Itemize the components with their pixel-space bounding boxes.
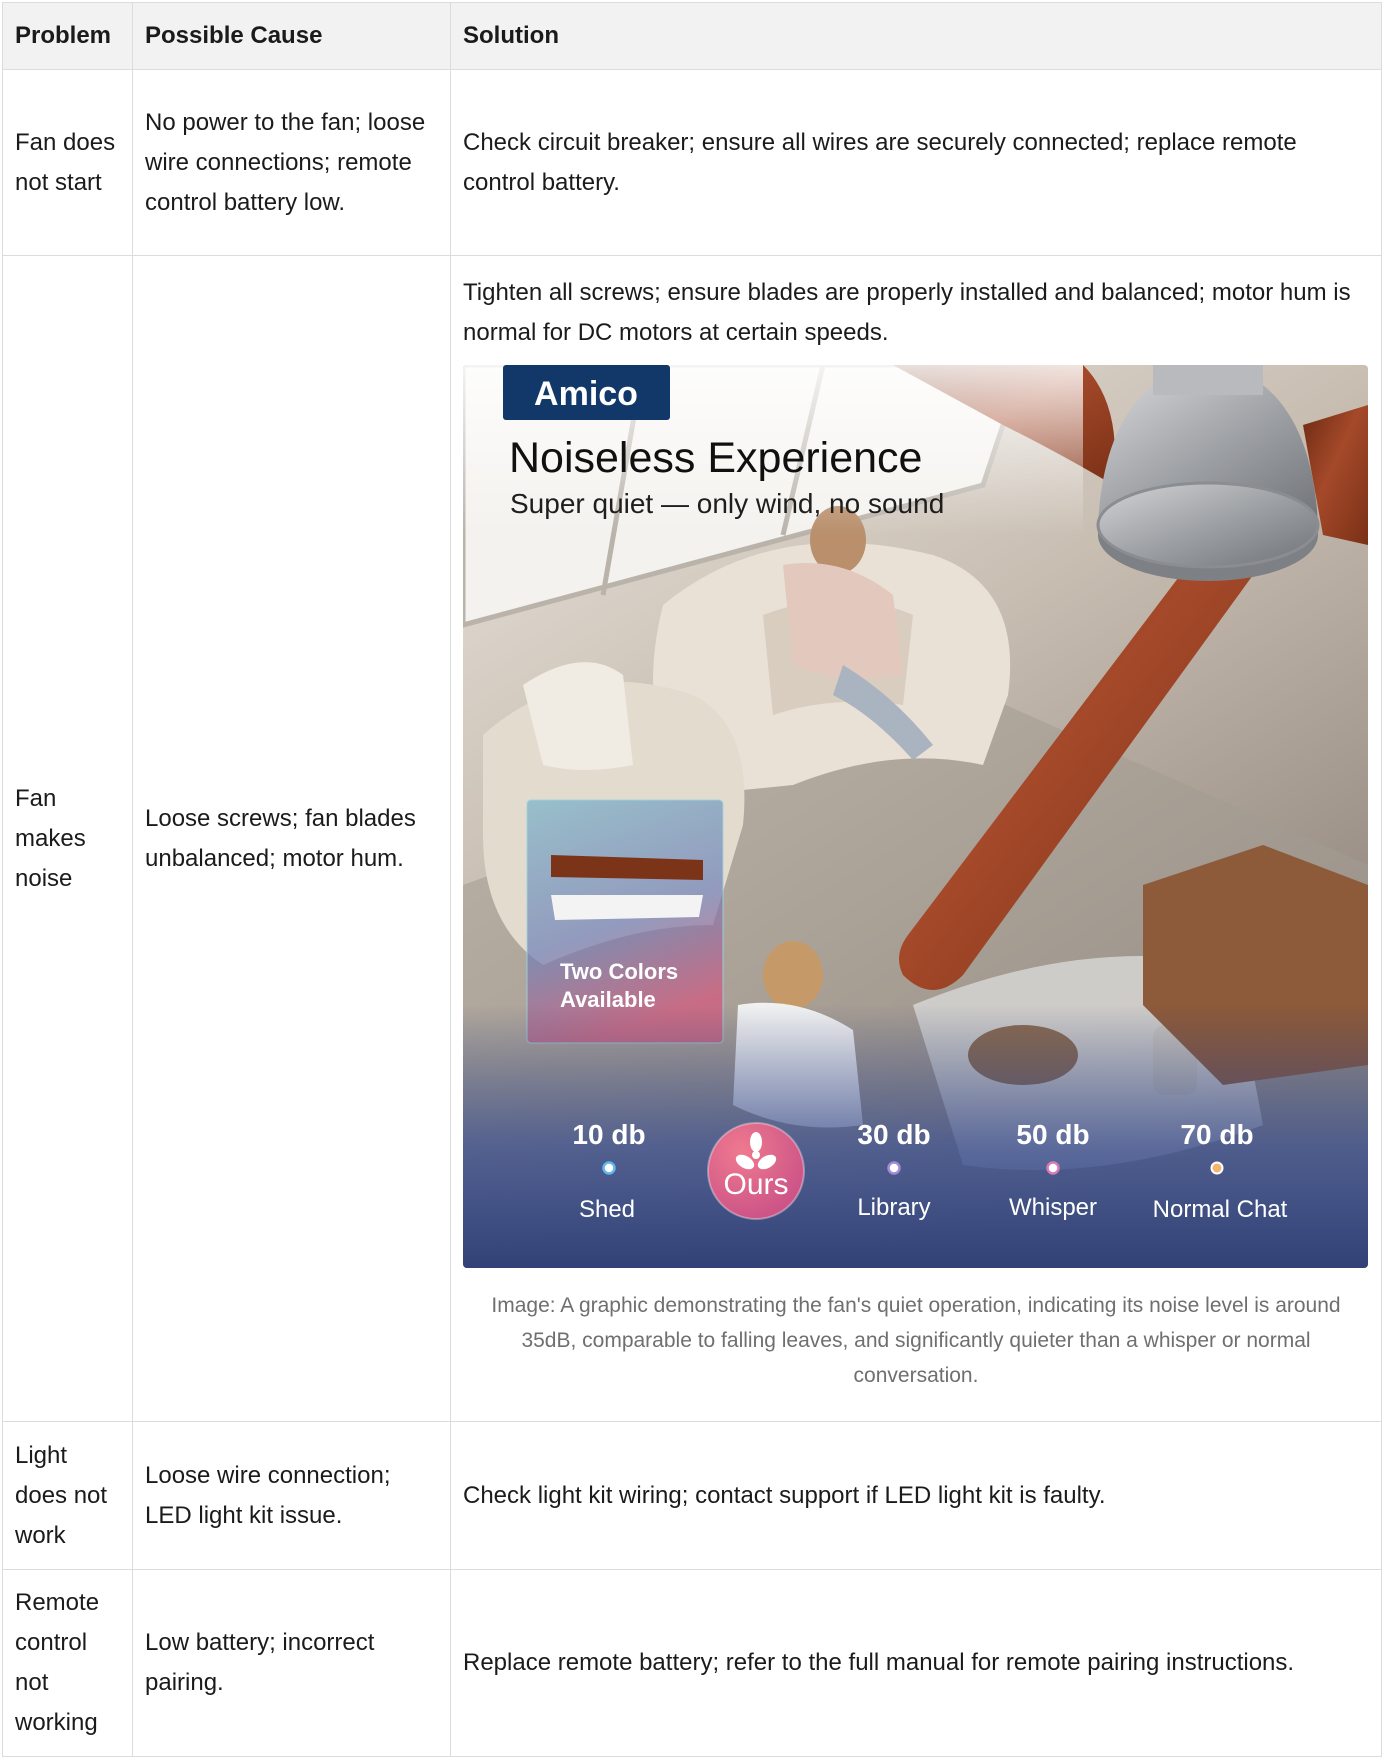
brand-logo: Amico [534,375,638,413]
scale-marker-shed [602,1160,616,1175]
db-value-normal-chat: 70 db [1180,1119,1253,1150]
db-value-shed: 10 db [572,1119,645,1150]
header-possible-cause: Possible Cause [132,2,451,70]
ours-badge: Ours [707,1121,805,1220]
scale-label-library: Library [857,1194,930,1221]
white-blade-swatch [551,894,703,920]
header-problem: Problem [2,2,133,70]
two-colors-line1: Two Colors [560,959,678,984]
problem-cell: Fan does not start [2,69,133,256]
problem-cell: Light does not work [2,1421,133,1570]
db-value-whisper: 50 db [1016,1119,1089,1150]
solution-cell: Check light kit wiring; contact support … [450,1421,1382,1570]
cause-cell: Loose screws; fan blades unbalanced; mot… [132,255,451,1422]
problem-cell: Remote control not working [2,1569,133,1757]
problem-cell: Fan makes noise [2,255,133,1422]
solution-cell: Replace remote battery; refer to the ful… [450,1569,1382,1757]
scale-marker-normal-chat [1210,1161,1224,1174]
scale-label-whisper: Whisper [1009,1194,1097,1221]
promo-title: Noiseless Experience [509,434,922,482]
ours-label: Ours [723,1168,788,1201]
troubleshooting-table: Problem Possible Cause Solution Fan does… [2,2,1382,1757]
image-caption: Image: A graphic demonstrating the fan's… [491,1293,1341,1387]
scale-label-shed: Shed [579,1196,635,1223]
table-row: Fan does not start No power to the fan; … [2,69,1382,256]
table-row: Fan makes noise Loose screws; fan blades… [2,255,1382,1422]
promo-graphic: Amico Noiseless Experience Super quiet —… [463,364,1368,1268]
scale-label-normal-chat: Normal Chat [1153,1196,1288,1223]
noise-level-promo-image: Amico Noiseless Experience Super quiet —… [463,364,1368,1268]
header-solution: Solution [450,2,1382,70]
cause-cell: Low battery; incorrect pairing. [132,1569,451,1757]
cause-cell: No power to the fan; loose wire connecti… [132,69,451,256]
table-row: Remote control not working Low battery; … [2,1569,1382,1757]
cause-cell: Loose wire connection; LED light kit iss… [132,1421,451,1570]
table-header-row: Problem Possible Cause Solution [2,2,1382,70]
solution-cell: Check circuit breaker; ensure all wires … [450,69,1382,256]
scale-marker-whisper [1046,1160,1060,1175]
solution-cell: Tighten all screws; ensure blades are pr… [450,255,1382,1422]
db-value-library: 30 db [857,1119,930,1150]
table-row: Light does not work Loose wire connectio… [2,1421,1382,1570]
solution-text: Tighten all screws; ensure blades are pr… [463,278,1351,346]
scale-marker-library [887,1160,901,1175]
promo-subtitle: Super quiet — only wind, no sound [510,488,944,519]
